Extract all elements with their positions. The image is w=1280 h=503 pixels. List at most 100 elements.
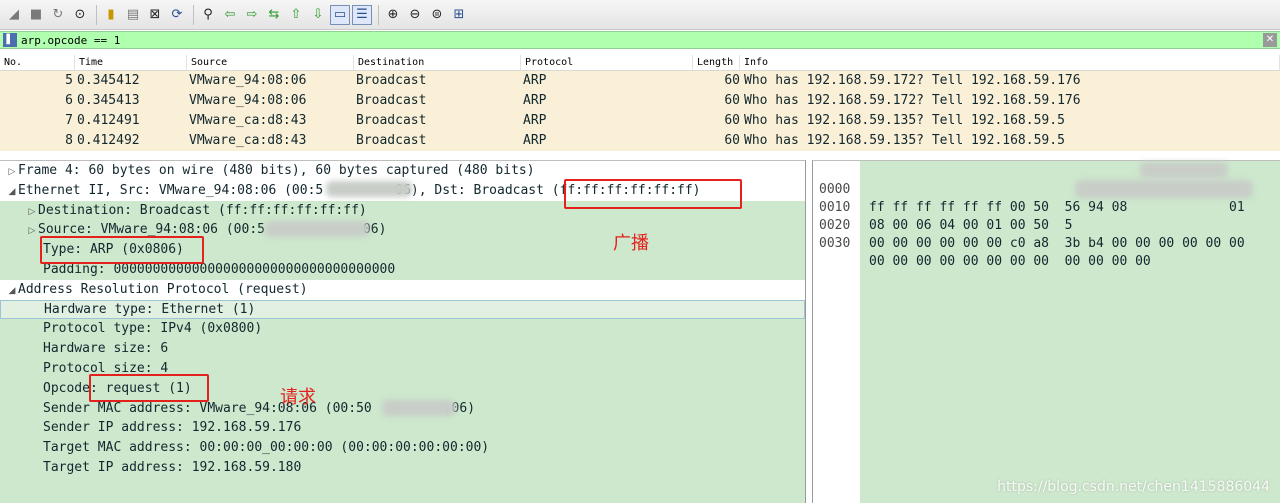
find-icon[interactable]: ⚲ <box>198 5 218 25</box>
colorize-icon[interactable]: ☰ <box>352 4 372 25</box>
packet-info: Who has 192.168.59.172? Tell 192.168.59.… <box>744 73 1081 88</box>
tree-item-arp-proto-type[interactable]: Protocol type: IPv4 (0x0800) <box>0 319 805 339</box>
byte-hex: ff ff ff ff ff ff 00 50 56 94 08 01 <box>869 200 1245 215</box>
display-filter-input[interactable]: arp.opcode == 1 <box>21 34 1263 47</box>
tree-item-label: Destination: Broadcast (ff:ff:ff:ff:ff:f… <box>38 202 367 218</box>
packet-row[interactable]: 5 0.345412 VMware_94:08:06 Broadcast ARP… <box>0 71 1280 91</box>
column-header-length[interactable]: Length <box>693 55 740 70</box>
forward-icon[interactable]: ⇨ <box>242 5 262 25</box>
autoscroll-icon[interactable]: ▭ <box>330 4 350 25</box>
redaction-blur <box>382 400 456 416</box>
bookmark-icon[interactable]: ▌ <box>3 33 17 47</box>
packet-time: 0.412492 <box>77 133 140 148</box>
packet-length: 60 <box>724 73 740 88</box>
packet-protocol: ARP <box>523 133 547 148</box>
byte-offset: 0030 <box>819 236 851 251</box>
restart-icon[interactable]: ↻ <box>48 5 68 25</box>
opcode-label: Opcode <box>43 380 90 396</box>
column-header-time[interactable]: Time <box>75 55 187 70</box>
highlight-box-type <box>40 236 204 264</box>
packet-bytes-pane: 0000 ff ff ff ff ff ff 00 50 56 94 08 01… <box>812 160 1280 503</box>
packet-info: Who has 192.168.59.135? Tell 192.168.59.… <box>744 113 1065 128</box>
bytes-row[interactable]: 0030 00 00 00 00 00 00 00 00 00 00 00 00 <box>813 217 1151 269</box>
packet-destination: Broadcast <box>356 113 427 128</box>
last-icon[interactable]: ⇩ <box>308 5 328 25</box>
packet-source: VMware_94:08:06 <box>189 93 307 108</box>
stop-icon[interactable]: ■ <box>26 5 46 25</box>
reload-icon[interactable]: ⟳ <box>167 5 187 25</box>
packet-time: 0.345413 <box>77 93 140 108</box>
goto-icon[interactable]: ⇆ <box>264 5 284 25</box>
zoom-in-icon[interactable]: ⊕ <box>383 5 403 25</box>
save-icon[interactable]: ▤ <box>123 5 143 25</box>
back-icon[interactable]: ⇦ <box>220 5 240 25</box>
byte-hex: 00 00 00 00 00 00 c0 a8 3b b4 00 00 00 0… <box>869 236 1245 251</box>
column-header-no[interactable]: No. <box>0 55 75 70</box>
tree-item-label: Sender MAC address: VMware_94:08:06 (00:… <box>43 400 372 416</box>
packet-time: 0.345412 <box>77 73 140 88</box>
packet-protocol: ARP <box>523 113 547 128</box>
bytes-row[interactable]: 0020 00 00 00 00 00 00 c0 a8 3b b4 00 00… <box>813 199 1245 251</box>
tree-item-label: Ethernet II, Src: VMware_94:08:06 (00:5 <box>18 182 324 198</box>
toolbar-separator <box>378 4 379 25</box>
annotation-request: 请求 <box>280 387 316 408</box>
tree-item-arp-hw-type[interactable]: Hardware type: Ethernet (1) <box>0 299 805 320</box>
column-header-destination[interactable]: Destination <box>354 55 521 70</box>
tree-item-frame[interactable]: ▷ Frame 4: 60 bytes on wire (480 bits), 6… <box>0 161 805 181</box>
packet-list: No. Time Source Destination Protocol Len… <box>0 55 1280 153</box>
packet-info: Who has 192.168.59.135? Tell 192.168.59.… <box>744 133 1065 148</box>
main-toolbar: ◢ ■ ↻ ⊙ ▮ ▤ ⊠ ⟳ ⚲ ⇦ ⇨ ⇆ ⇧ ⇩ ▭ ☰ ⊕ ⊖ ⊜ ⊞ <box>0 0 1280 30</box>
redaction-blur <box>326 181 412 197</box>
toolbar-separator <box>96 4 97 25</box>
tree-item-arp-target-mac[interactable]: Target MAC address: 00:00:00_00:00:00 (0… <box>0 438 805 458</box>
packet-list-header: No. Time Source Destination Protocol Len… <box>0 55 1280 71</box>
packet-source: VMware_ca:d8:43 <box>189 133 307 148</box>
column-header-info[interactable]: Info <box>740 55 1280 70</box>
display-filter-bar: ▌ arp.opcode == 1 ✕ <box>0 31 1280 49</box>
redaction-blur <box>1140 162 1228 178</box>
highlight-box-broadcast <box>564 179 742 209</box>
tree-item-label: 06), Dst: Broadcast <box>395 182 552 198</box>
redaction-blur <box>265 221 369 237</box>
normal-size-icon[interactable]: ⊜ <box>427 5 447 25</box>
open-icon[interactable]: ▮ <box>101 5 121 25</box>
redaction-blur <box>1075 180 1253 198</box>
column-header-source[interactable]: Source <box>187 55 354 70</box>
close-icon[interactable]: ⊠ <box>145 5 165 25</box>
packet-source: VMware_ca:d8:43 <box>189 113 307 128</box>
packet-row[interactable]: 6 0.345413 VMware_94:08:06 Broadcast ARP… <box>0 91 1280 111</box>
first-icon[interactable]: ⇧ <box>286 5 306 25</box>
options-icon[interactable]: ⊙ <box>70 5 90 25</box>
packet-destination: Broadcast <box>356 93 427 108</box>
shark-fin-start-icon[interactable]: ◢ <box>4 5 24 25</box>
zoom-out-icon[interactable]: ⊖ <box>405 5 425 25</box>
tree-item-arp-hw-size[interactable]: Hardware size: 6 <box>0 339 805 359</box>
byte-hex: 00 00 00 00 00 00 00 00 00 00 00 00 <box>869 254 1151 269</box>
column-header-protocol[interactable]: Protocol <box>521 55 693 70</box>
packet-no: 5 <box>65 73 73 88</box>
clear-filter-icon[interactable]: ✕ <box>1263 33 1277 47</box>
toolbar-separator <box>193 4 194 25</box>
tree-item-label: Frame 4: 60 bytes on wire (480 bits), 60… <box>18 163 535 178</box>
packet-row[interactable]: 8 0.412492 VMware_ca:d8:43 Broadcast ARP… <box>0 131 1280 151</box>
watermark: https://blog.csdn.net/chen1415886044 <box>997 479 1270 495</box>
bytes-row[interactable]: 0010 08 00 06 04 00 01 00 50 5 <box>813 181 1073 233</box>
highlight-box-opcode <box>89 374 209 402</box>
packet-time: 0.412491 <box>77 113 140 128</box>
tree-item-arp[interactable]: ◢ Address Resolution Protocol (request) <box>0 279 805 300</box>
packet-details-pane: ▷ Frame 4: 60 bytes on wire (480 bits), 6… <box>0 160 806 503</box>
packet-no: 8 <box>65 133 73 148</box>
tree-item-arp-target-ip[interactable]: Target IP address: 192.168.59.180 <box>0 458 805 478</box>
bytes-row[interactable]: 0000 ff ff ff ff ff ff 00 50 56 94 08 01 <box>813 163 1245 215</box>
packet-destination: Broadcast <box>356 73 427 88</box>
packet-length: 60 <box>724 113 740 128</box>
packet-source: VMware_94:08:06 <box>189 73 307 88</box>
packet-row[interactable]: 7 0.412491 VMware_ca:d8:43 Broadcast ARP… <box>0 111 1280 131</box>
packet-protocol: ARP <box>523 73 547 88</box>
resize-columns-icon[interactable]: ⊞ <box>449 5 469 25</box>
tree-item-arp-sender-ip[interactable]: Sender IP address: 192.168.59.176 <box>0 418 805 438</box>
byte-hex: 08 00 06 04 00 01 00 50 5 <box>869 218 1073 233</box>
packet-protocol: ARP <box>523 93 547 108</box>
packet-length: 60 <box>724 93 740 108</box>
packet-info: Who has 192.168.59.172? Tell 192.168.59.… <box>744 93 1081 108</box>
